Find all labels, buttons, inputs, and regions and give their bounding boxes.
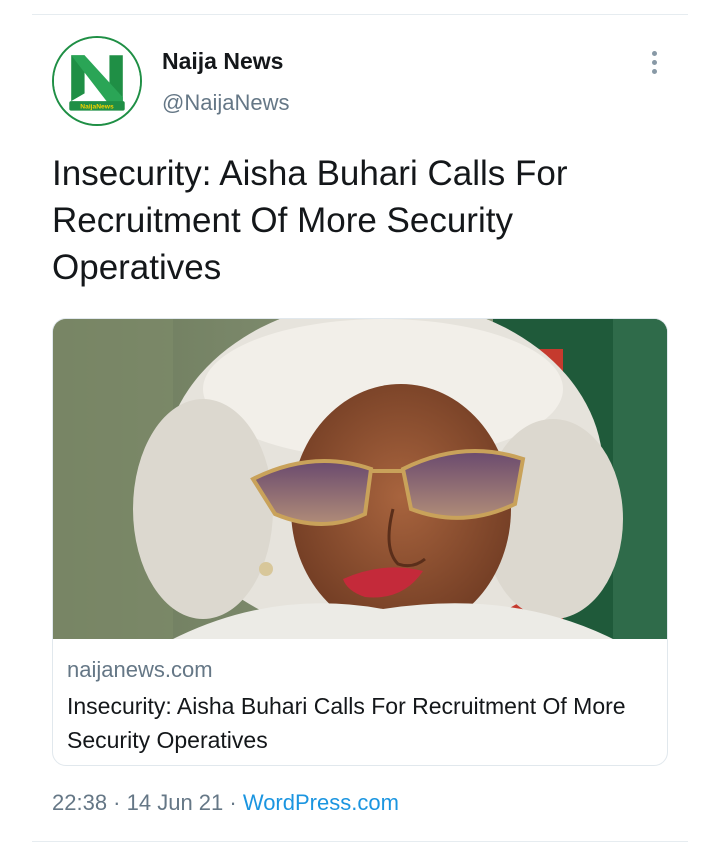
card-domain: naijanews.com	[67, 657, 213, 682]
more-vertical-icon[interactable]	[640, 46, 668, 78]
naija-news-logo-icon: NaijaNews	[54, 38, 140, 124]
more-dot	[651, 68, 657, 74]
link-card[interactable]: naijanews.com Insecurity: Aisha Buhari C…	[52, 318, 668, 766]
top-divider	[32, 14, 688, 15]
tweet-time[interactable]: 22:38	[52, 790, 107, 815]
tweet-date[interactable]: 14 Jun 21	[127, 790, 224, 815]
avatar-caption: NaijaNews	[80, 104, 114, 111]
author-name[interactable]: Naija News	[162, 48, 283, 75]
woman-in-white-headwrap-photo	[53, 319, 667, 639]
more-dot	[651, 59, 657, 65]
tweet-meta: 22:38 · 14 Jun 21 · WordPress.com	[52, 790, 399, 816]
card-image[interactable]	[53, 319, 667, 639]
meta-separator: ·	[223, 790, 243, 815]
tweet-source-link[interactable]: WordPress.com	[243, 790, 399, 815]
card-title: Insecurity: Aisha Buhari Calls For Recru…	[67, 693, 626, 753]
tweet-text: Insecurity: Aisha Buhari Calls For Recru…	[52, 154, 568, 287]
more-dot	[651, 50, 657, 56]
author-handle[interactable]: @NaijaNews	[162, 90, 289, 116]
meta-separator: ·	[107, 790, 127, 815]
avatar[interactable]: NaijaNews	[52, 36, 142, 126]
